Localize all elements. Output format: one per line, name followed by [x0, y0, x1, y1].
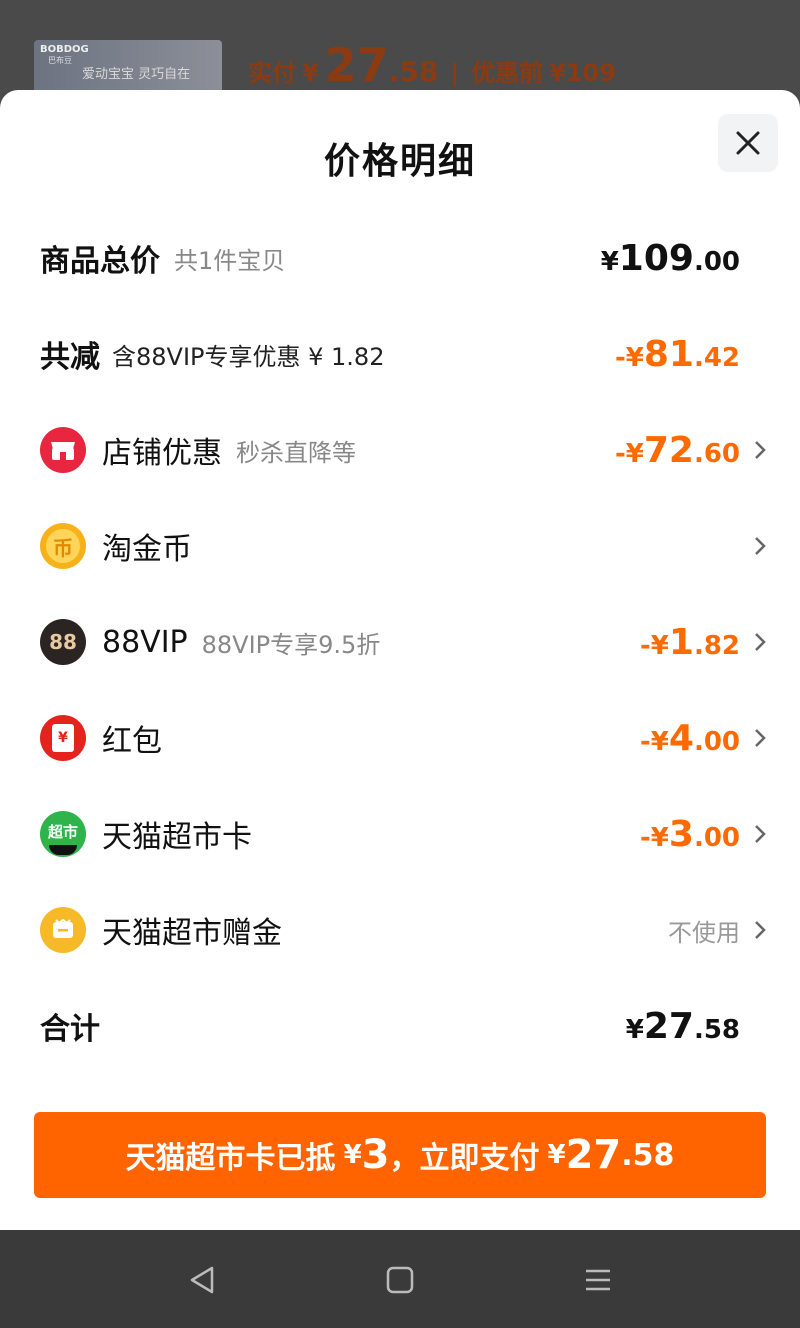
actual-pay-dec: .58	[388, 55, 439, 88]
gift-money-row[interactable]: 天猫超市赠金 不使用	[0, 895, 800, 965]
price-separator: |	[450, 59, 460, 87]
supermarket-card-label: 天猫超市卡	[102, 820, 252, 855]
coin-label: 淘金币	[102, 532, 192, 567]
pay-sym-a: ¥	[343, 1140, 362, 1170]
actual-pay-int: 27	[324, 38, 389, 92]
vip-amount: -¥ 1.82	[639, 621, 740, 663]
pay-sym-b: ¥	[547, 1140, 566, 1170]
pay-text-a: 天猫超市卡已抵	[125, 1141, 336, 1176]
product-brand: BOBDOG	[40, 44, 89, 55]
system-navigation-bar	[0, 1230, 800, 1328]
pay-amount-b-dec: .58	[621, 1137, 675, 1173]
pay-amount-a: 3	[361, 1132, 390, 1178]
store-discount-note: 秒杀直降等	[236, 438, 356, 467]
vip-icon: 88	[40, 619, 86, 665]
red-envelope-icon: ¥	[40, 715, 86, 761]
sum-amount: ¥27.58	[625, 1005, 740, 1047]
total-row: 商品总价 共1件宝贝 ¥109.00	[0, 223, 800, 293]
product-brand-sub: 巴布豆	[48, 56, 72, 65]
price-detail-sheet: 价格明细 商品总价 共1件宝贝 ¥109.00 共减 含88VIP专享优惠 ¥ …	[0, 90, 800, 1230]
store-discount-row[interactable]: 店铺优惠 秒杀直降等 -¥ 72.60	[0, 415, 800, 485]
chevron-right-icon	[755, 921, 766, 939]
supermarket-card-icon: 超市	[40, 811, 86, 857]
discount-amount: -¥ 81.42	[614, 333, 740, 375]
red-envelope-amount: -¥ 4.00	[639, 717, 740, 759]
pay-text-b: ，立即支付	[389, 1141, 540, 1176]
pay-amount-b-int: 27	[565, 1132, 622, 1178]
red-envelope-row[interactable]: ¥ 红包 -¥ 4.00	[0, 703, 800, 773]
discount-label: 共减	[40, 340, 100, 375]
store-discount-amount: -¥ 72.60	[614, 429, 740, 471]
store-icon	[40, 427, 86, 473]
total-count: 共1件宝贝	[174, 246, 286, 275]
coin-row[interactable]: 币 淘金币	[0, 511, 800, 581]
back-icon[interactable]	[186, 1264, 218, 1296]
gift-money-label: 天猫超市赠金	[102, 916, 282, 951]
chevron-right-icon	[755, 729, 766, 747]
discount-note: 含88VIP专享优惠 ¥ 1.82	[112, 342, 385, 371]
vip-label: 88VIP	[102, 624, 188, 660]
home-icon[interactable]	[384, 1264, 416, 1296]
pay-button[interactable]: 天猫超市卡已抵 ¥ 3 ，立即支付 ¥ 27 .58	[34, 1112, 766, 1198]
original-price: ¥109	[549, 59, 616, 87]
background-price: 实付 ¥ 27 .58 | 优惠前 ¥109	[248, 38, 616, 92]
discount-row: 共减 含88VIP专享优惠 ¥ 1.82 -¥ 81.42	[0, 319, 800, 389]
chevron-right-icon	[755, 633, 766, 651]
vip-note: 88VIP专享9.5折	[201, 630, 381, 659]
store-discount-label: 店铺优惠	[102, 436, 222, 471]
total-amount: ¥109.00	[600, 237, 740, 279]
chevron-right-icon	[755, 537, 766, 555]
supermarket-card-row[interactable]: 超市 天猫超市卡 -¥ 3.00	[0, 799, 800, 869]
actual-pay-label: 实付	[248, 59, 296, 87]
product-slogan: 爱动宝宝 灵巧自在	[82, 67, 191, 82]
gift-money-icon	[40, 907, 86, 953]
vip-row[interactable]: 88 88VIP 88VIP专享9.5折 -¥ 1.82	[0, 607, 800, 677]
red-envelope-label: 红包	[102, 724, 162, 759]
menu-icon[interactable]	[582, 1264, 614, 1296]
sum-label: 合计	[40, 1012, 100, 1047]
close-button[interactable]	[718, 114, 778, 172]
gift-money-status: 不使用	[668, 918, 740, 947]
supermarket-card-amount: -¥ 3.00	[639, 813, 740, 855]
actual-pay-currency: ¥	[302, 59, 319, 87]
coin-icon: 币	[40, 523, 86, 569]
chevron-right-icon	[755, 825, 766, 843]
sheet-title: 价格明细	[323, 141, 476, 182]
chevron-right-icon	[755, 441, 766, 459]
original-price-label: 优惠前	[471, 59, 544, 87]
sum-row: 合计 ¥27.58	[0, 991, 800, 1061]
close-icon	[736, 131, 760, 155]
total-label: 商品总价	[40, 244, 160, 279]
